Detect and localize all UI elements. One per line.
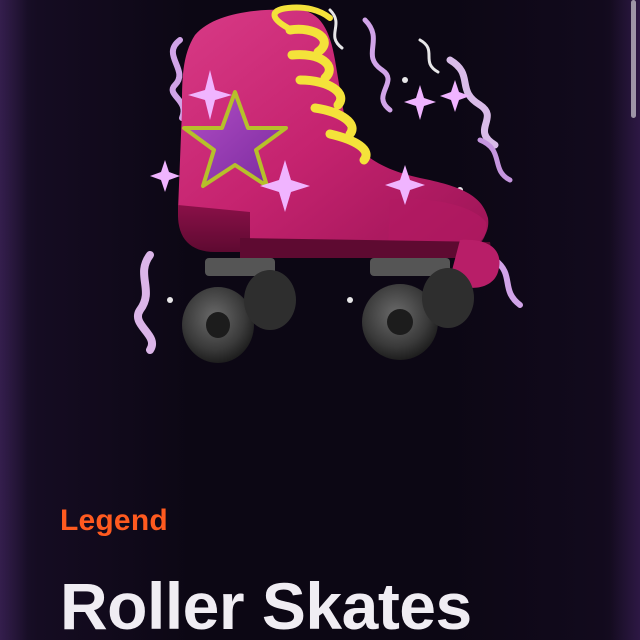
scrollbar-thumb[interactable]	[631, 0, 636, 118]
left-edge-glow	[0, 0, 28, 640]
roller-skate-image	[134, 4, 523, 363]
rarity-label: Legend	[60, 504, 168, 537]
item-detail-screen: Legend Roller Skates	[0, 0, 640, 640]
skate-wheels	[182, 268, 474, 363]
skate-boot	[150, 4, 500, 288]
item-title: Roller Skates	[60, 569, 472, 640]
